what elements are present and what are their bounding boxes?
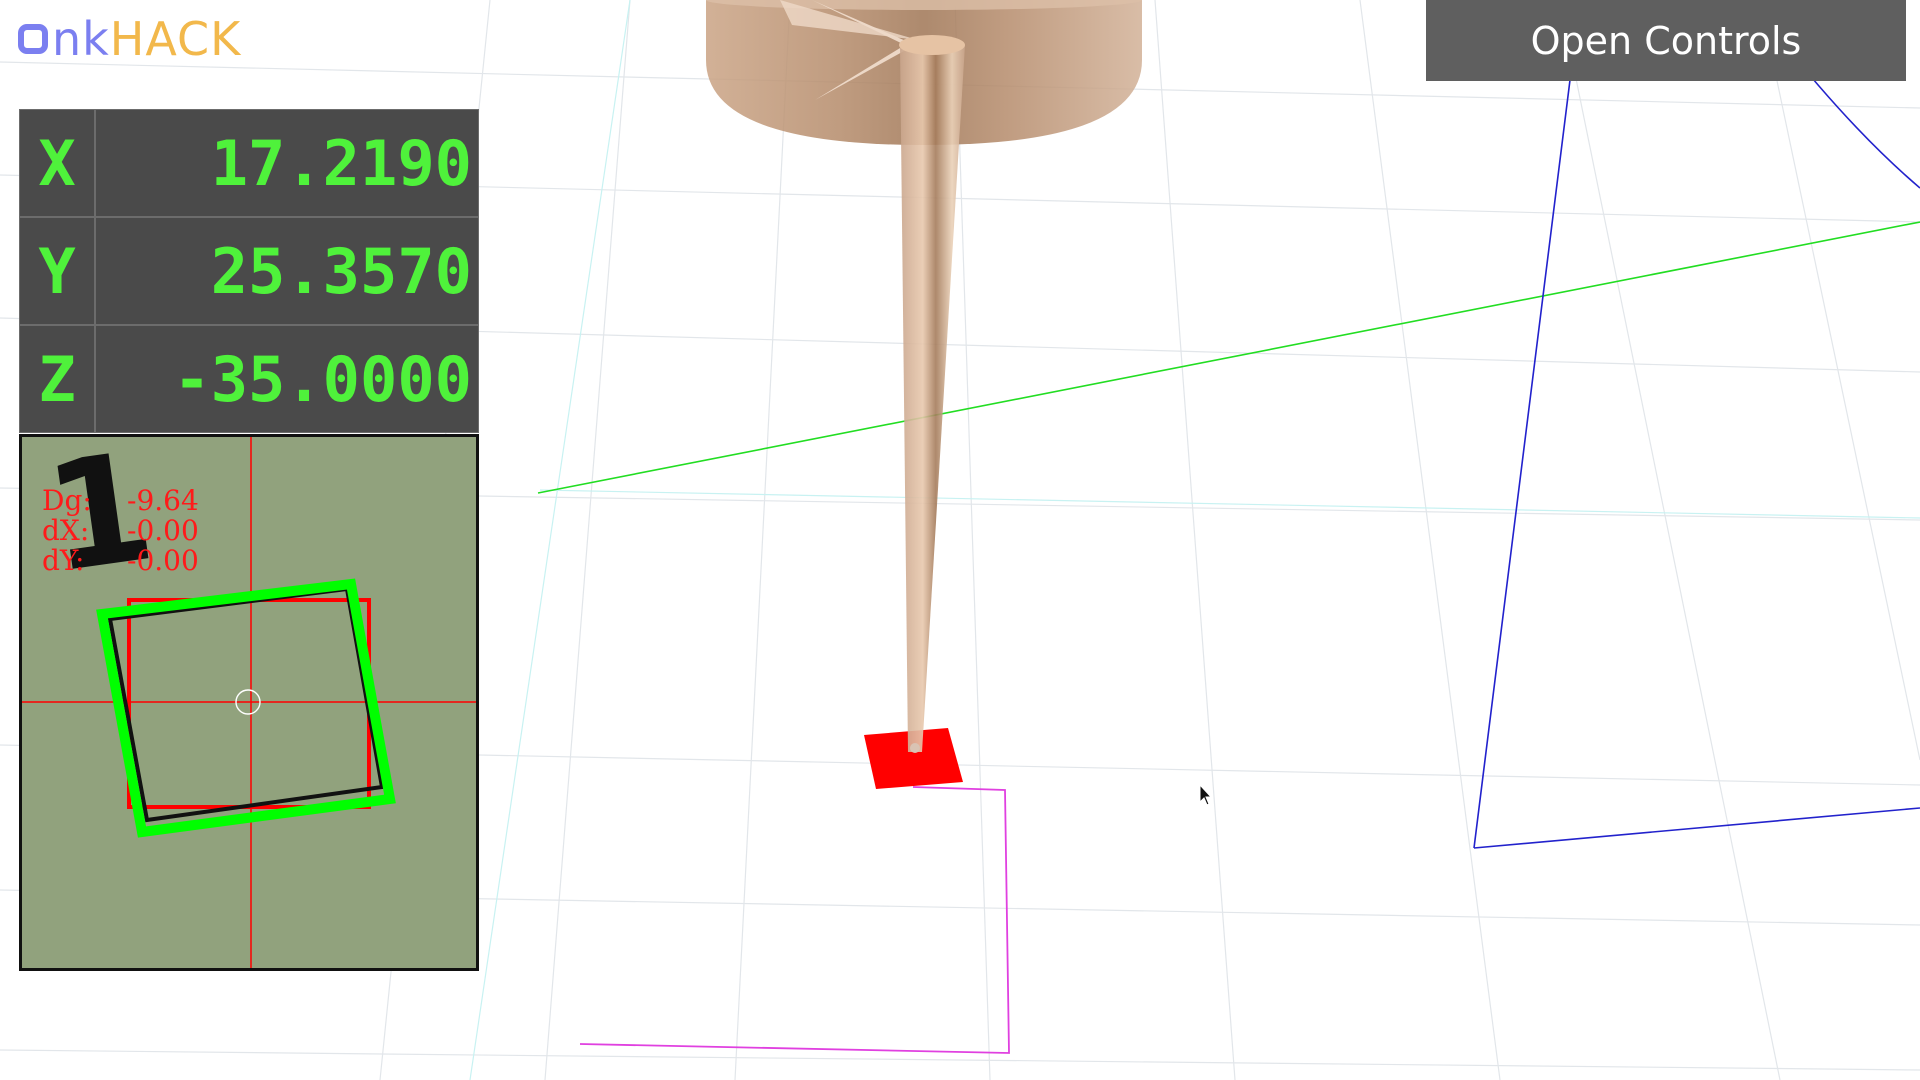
coord-value-y: 25.3570 [95, 217, 479, 325]
camera-frustum [1473, 0, 1920, 849]
coord-label-x: X [19, 109, 95, 217]
coord-row-z: Z -35.0000 [19, 325, 479, 433]
overlay-value-dx: -0.00 [127, 514, 199, 547]
overlay-label-dx: dX: [42, 514, 89, 547]
overlay-value-dy: -0.00 [127, 544, 199, 577]
coord-label-y: Y [19, 217, 95, 325]
mouse-pointer-icon [1199, 784, 1213, 806]
overlay-label-dy: dY: [42, 544, 84, 577]
logo-text: nkHACK [52, 16, 241, 62]
coord-value-x: 17.2190 [95, 109, 479, 217]
coord-label-z: Z [19, 325, 95, 433]
camera-feed: 1 Dg: -9.64 dX: -0.00 dY: -0.00 [19, 434, 479, 971]
coordinate-readout: X 17.2190 Y 25.3570 Z -35.0000 [19, 109, 479, 433]
logo-ring-icon [18, 24, 48, 54]
logo-suffix: HACK [109, 12, 242, 66]
app-logo: nkHACK [18, 14, 241, 64]
coord-row-x: X 17.2190 [19, 109, 479, 217]
toolpath [579, 786, 1010, 1054]
logo-prefix: nk [52, 12, 110, 66]
overlay-label-dg: Dg: [42, 484, 92, 517]
overlay-value-dg: -9.64 [127, 484, 199, 517]
open-controls-button[interactable]: Open Controls [1426, 0, 1906, 81]
coord-row-y: Y 25.3570 [19, 217, 479, 325]
y-axis-line [537, 221, 1920, 494]
coord-value-z: -35.0000 [95, 325, 479, 433]
